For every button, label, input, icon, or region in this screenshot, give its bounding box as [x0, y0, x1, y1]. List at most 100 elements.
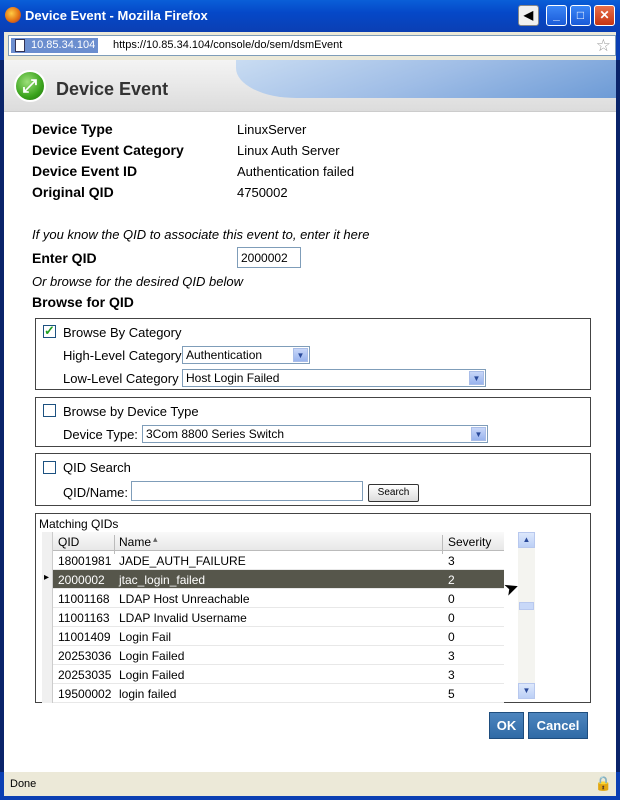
row-severity: 0 [448, 611, 455, 625]
ok-button[interactable]: OK [489, 712, 524, 739]
row-name: LDAP Invalid Username [119, 611, 247, 625]
device-event-category-label: Device Event Category [32, 142, 184, 158]
page-content: ⤢ Device Event Device Type LinuxServer D… [4, 60, 616, 772]
grid-header: QID Name ▴ Severity [42, 532, 504, 554]
column-name[interactable]: Name [119, 535, 151, 549]
qid-hint: If you know the QID to associate this ev… [32, 227, 370, 242]
close-button[interactable]: ✕ [594, 5, 615, 26]
qid-search-checkbox[interactable] [43, 461, 56, 474]
table-row[interactable]: 20253035 Login Failed 3 [42, 665, 504, 684]
qid-name-input[interactable] [131, 481, 363, 501]
row-severity: 0 [448, 592, 455, 606]
original-qid-label: Original QID [32, 184, 114, 200]
device-type-value: LinuxServer [237, 122, 307, 137]
row-indicator [42, 551, 53, 570]
browse-by-category-label: Browse By Category [63, 325, 182, 340]
page-icon [15, 39, 25, 52]
status-bar: Done 🔒 [0, 772, 620, 800]
back-icon[interactable]: ◀ [518, 5, 539, 26]
column-severity[interactable]: Severity [448, 535, 491, 549]
qid-search-label: QID Search [63, 460, 131, 475]
qid-search-panel: QID Search QID/Name: Search [35, 453, 591, 506]
cancel-button[interactable]: Cancel [528, 712, 588, 739]
matching-qids-title: Matching QIDs [39, 517, 119, 531]
chevron-down-icon: ▼ [469, 371, 484, 385]
browse-by-device-type-checkbox[interactable] [43, 404, 56, 417]
row-name: Login Failed [119, 649, 185, 663]
event-map-icon: ⤢ [14, 70, 46, 102]
row-indicator [42, 627, 53, 646]
lock-icon[interactable]: 🔒 [595, 775, 612, 792]
window-titlebar: Device Event - Mozilla Firefox ◀ _ □ ✕ [0, 0, 620, 32]
url-bar: 10.85.34.104 https://10.85.34.104/consol… [0, 32, 620, 60]
browse-by-category-checkbox[interactable] [43, 323, 56, 339]
row-qid: 11001409 [58, 630, 111, 644]
row-qid: 11001168 [58, 592, 110, 606]
window-title: Device Event - Mozilla Firefox [25, 8, 208, 23]
site-host: 10.85.34.104 [31, 39, 96, 51]
table-row[interactable]: 19500002 login failed 5 [42, 684, 504, 703]
device-type-label: Device Type [32, 121, 113, 137]
row-severity: 5 [448, 687, 455, 701]
row-indicator-current [42, 570, 53, 589]
page-header: ⤢ Device Event [4, 60, 616, 112]
qid-input[interactable] [237, 247, 301, 268]
high-level-category-value: Authentication [186, 348, 263, 362]
qid-name-label: QID/Name: [63, 485, 129, 500]
search-button[interactable]: Search [368, 484, 419, 502]
row-name: login failed [119, 687, 177, 701]
row-name: jtac_login_failed [119, 573, 206, 587]
url-text[interactable]: https://10.85.34.104/console/do/sem/dsmE… [113, 39, 342, 51]
table-row[interactable]: 20253036 Login Failed 3 [42, 646, 504, 665]
row-qid: 18001981 [58, 554, 112, 568]
table-row[interactable]: 11001409 Login Fail 0 [42, 627, 504, 646]
browse-hint: Or browse for the desired QID below [32, 274, 243, 289]
row-indicator [42, 589, 53, 608]
device-event-id-label: Device Event ID [32, 163, 138, 179]
row-severity: 3 [448, 649, 455, 663]
table-row[interactable]: 18001981 JADE_AUTH_FAILURE 3 [42, 551, 504, 570]
table-row-selected[interactable]: 2000002 jtac_login_failed 2 [42, 570, 504, 589]
scroll-down-icon[interactable]: ▼ [518, 683, 535, 699]
column-qid[interactable]: QID [58, 535, 79, 549]
scroll-thumb[interactable] [519, 602, 534, 610]
enter-qid-label: Enter QID [32, 250, 97, 266]
row-qid: 20253036 [58, 649, 112, 663]
scroll-up-icon[interactable]: ▲ [518, 532, 535, 548]
grid-vertical-scrollbar[interactable]: ▲ ▼ [518, 532, 535, 699]
star-icon[interactable]: ☆ [596, 36, 611, 55]
device-event-category-value: Linux Auth Server [237, 143, 340, 158]
row-severity: 3 [448, 554, 455, 568]
row-severity: 2 [448, 573, 455, 587]
sort-ascending-icon: ▴ [153, 534, 158, 544]
row-indicator [42, 665, 53, 684]
low-level-category-select[interactable]: Host Login Failed ▼ [182, 369, 486, 387]
chevron-down-icon: ▼ [471, 427, 486, 441]
row-name: JADE_AUTH_FAILURE [119, 554, 246, 568]
chevron-down-icon: ▼ [293, 348, 308, 362]
row-indicator-header [42, 532, 53, 551]
row-name: Login Fail [119, 630, 172, 644]
browse-by-category-panel: Browse By Category High-Level Category A… [35, 318, 591, 390]
browse-for-qid-title: Browse for QID [32, 294, 134, 310]
browse-by-device-type-label: Browse by Device Type [63, 404, 199, 419]
original-qid-value: 4750002 [237, 185, 288, 200]
row-indicator [42, 684, 53, 703]
device-event-id-value: Authentication failed [237, 164, 355, 179]
minimize-button[interactable]: _ [546, 5, 567, 26]
maximize-button[interactable]: □ [570, 5, 591, 26]
browse-by-device-type-panel: Browse by Device Type Device Type: 3Com … [35, 397, 591, 447]
high-level-category-label: High-Level Category [63, 348, 182, 363]
low-level-category-value: Host Login Failed [186, 371, 280, 385]
device-type-select-label: Device Type: [63, 427, 138, 442]
table-row[interactable]: 11001163 LDAP Invalid Username 0 [42, 608, 504, 627]
status-text: Done [10, 778, 37, 790]
device-type-select[interactable]: 3Com 8800 Series Switch ▼ [142, 425, 488, 443]
low-level-category-label: Low-Level Category [63, 371, 179, 386]
site-identity[interactable]: 10.85.34.104 [11, 38, 99, 53]
address-field[interactable]: 10.85.34.104 https://10.85.34.104/consol… [8, 35, 616, 56]
table-row[interactable]: 11001168 LDAP Host Unreachable 0 [42, 589, 504, 608]
firefox-icon [5, 7, 21, 23]
row-qid: 19500002 [58, 687, 112, 701]
high-level-category-select[interactable]: Authentication ▼ [182, 346, 310, 364]
